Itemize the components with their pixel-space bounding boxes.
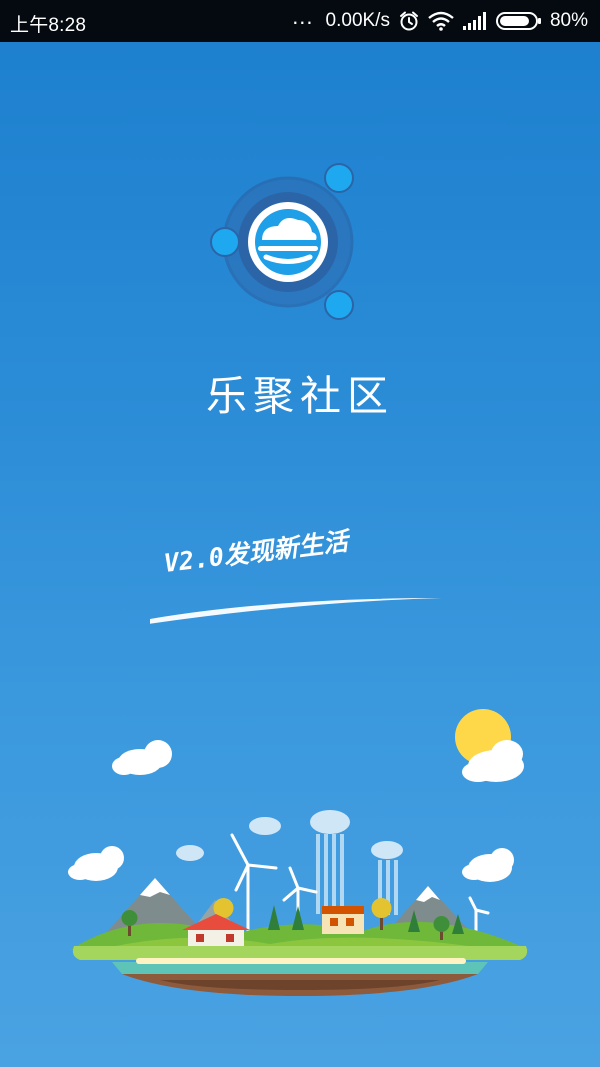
network-speed: 0.00K/s [325,10,390,31]
island-illustration [0,700,600,1000]
battery-percent: 80% [549,10,588,31]
status-dots: ... [292,4,314,29]
app-title: 乐聚社区 [206,372,394,420]
status-time: 上午8:28 [10,15,87,36]
alarm-icon [398,10,420,32]
cloud-icon [68,740,524,882]
wifi-icon [428,11,454,31]
signal-icon [462,11,488,31]
status-right: ... 0.00K/s 80% [292,4,588,32]
slogan-swoosh [150,598,442,624]
slogan-block: V2.0发现新生活 [150,527,450,638]
app-logo [206,160,366,320]
status-bar: 上午8:28 ... 0.00K/s 80% [0,0,600,42]
cloud-icon [176,810,403,861]
battery-icon [495,11,542,31]
